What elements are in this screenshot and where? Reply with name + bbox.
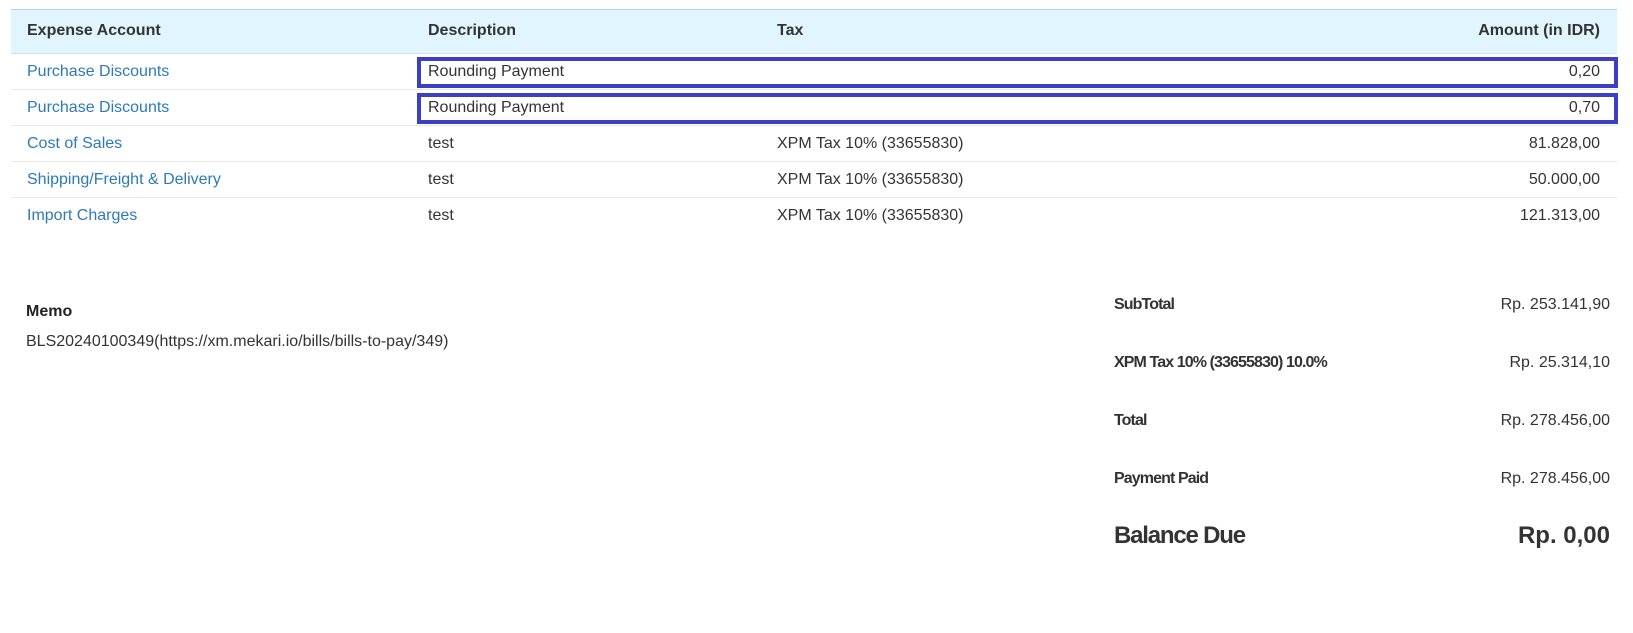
expense-account-link[interactable]: Cost of Sales: [27, 135, 122, 153]
row-description: test: [428, 207, 454, 224]
header-amount: Amount (in IDR): [1478, 22, 1600, 39]
row-amount: 0,70: [1568, 99, 1600, 116]
tax-label: XPM Tax 10% (33655830) 10.0%: [1114, 354, 1328, 371]
highlight-box: [417, 93, 1618, 124]
table-row: Purchase Discounts Rounding Payment 0,20: [11, 54, 1618, 90]
row-amount: 121.313,00: [1519, 207, 1600, 224]
total-row: Total Rp. 278.456,00: [1114, 412, 1610, 470]
table-row: Purchase Discounts Rounding Payment 0,70: [11, 90, 1618, 126]
expense-account-link[interactable]: Import Charges: [27, 207, 137, 225]
balance-due-label: Balance Due: [1114, 522, 1246, 549]
header-tax: Tax: [777, 22, 804, 39]
subtotal-row: SubTotal Rp. 253.141,90: [1114, 296, 1610, 354]
expense-account-link[interactable]: Shipping/Freight & Delivery: [27, 171, 221, 189]
balance-due-row: Balance Due Rp. 0,00: [1114, 522, 1610, 586]
payment-paid-value: Rp. 278.456,00: [1500, 470, 1610, 487]
table-row: Import Charges test XPM Tax 10% (3365583…: [11, 198, 1617, 234]
row-tax: XPM Tax 10% (33655830): [777, 135, 964, 152]
row-tax: XPM Tax 10% (33655830): [777, 207, 964, 224]
row-amount: 0,20: [1568, 63, 1600, 80]
row-description: Rounding Payment: [428, 99, 565, 116]
header-description: Description: [428, 22, 517, 39]
row-description: test: [428, 135, 454, 152]
payment-paid-row: Payment Paid Rp. 278.456,00: [1114, 470, 1610, 528]
total-label: Total: [1114, 412, 1147, 429]
row-amount: 50.000,00: [1528, 171, 1600, 188]
table-row: Shipping/Freight & Delivery test XPM Tax…: [11, 162, 1617, 198]
totals-summary: SubTotal Rp. 253.141,90 XPM Tax 10% (336…: [1114, 296, 1610, 586]
row-description: Rounding Payment: [428, 63, 565, 80]
balance-due-value: Rp. 0,00: [1517, 522, 1610, 549]
table-header: Expense Account Description Tax Amount (…: [11, 9, 1617, 54]
subtotal-value: Rp. 253.141,90: [1500, 296, 1610, 313]
subtotal-label: SubTotal: [1114, 296, 1175, 313]
row-description: test: [428, 171, 454, 188]
expense-table: Expense Account Description Tax Amount (…: [11, 9, 1618, 234]
payment-paid-label: Payment Paid: [1114, 470, 1209, 487]
highlight-box: [417, 57, 1618, 88]
tax-value: Rp. 25.314,10: [1509, 354, 1610, 371]
expense-account-link[interactable]: Purchase Discounts: [27, 63, 169, 81]
memo-section: Memo BLS20240100349(https://xm.mekari.io…: [26, 303, 448, 351]
row-tax: XPM Tax 10% (33655830): [777, 171, 964, 188]
total-value: Rp. 278.456,00: [1500, 412, 1610, 429]
row-amount: 81.828,00: [1528, 135, 1600, 152]
expense-account-link[interactable]: Purchase Discounts: [27, 99, 169, 117]
memo-text: BLS20240100349(https://xm.mekari.io/bill…: [26, 333, 449, 350]
table-row: Cost of Sales test XPM Tax 10% (33655830…: [11, 126, 1617, 162]
memo-title: Memo: [26, 303, 73, 320]
tax-row: XPM Tax 10% (33655830) 10.0% Rp. 25.314,…: [1114, 354, 1610, 412]
header-expense-account: Expense Account: [27, 22, 161, 39]
